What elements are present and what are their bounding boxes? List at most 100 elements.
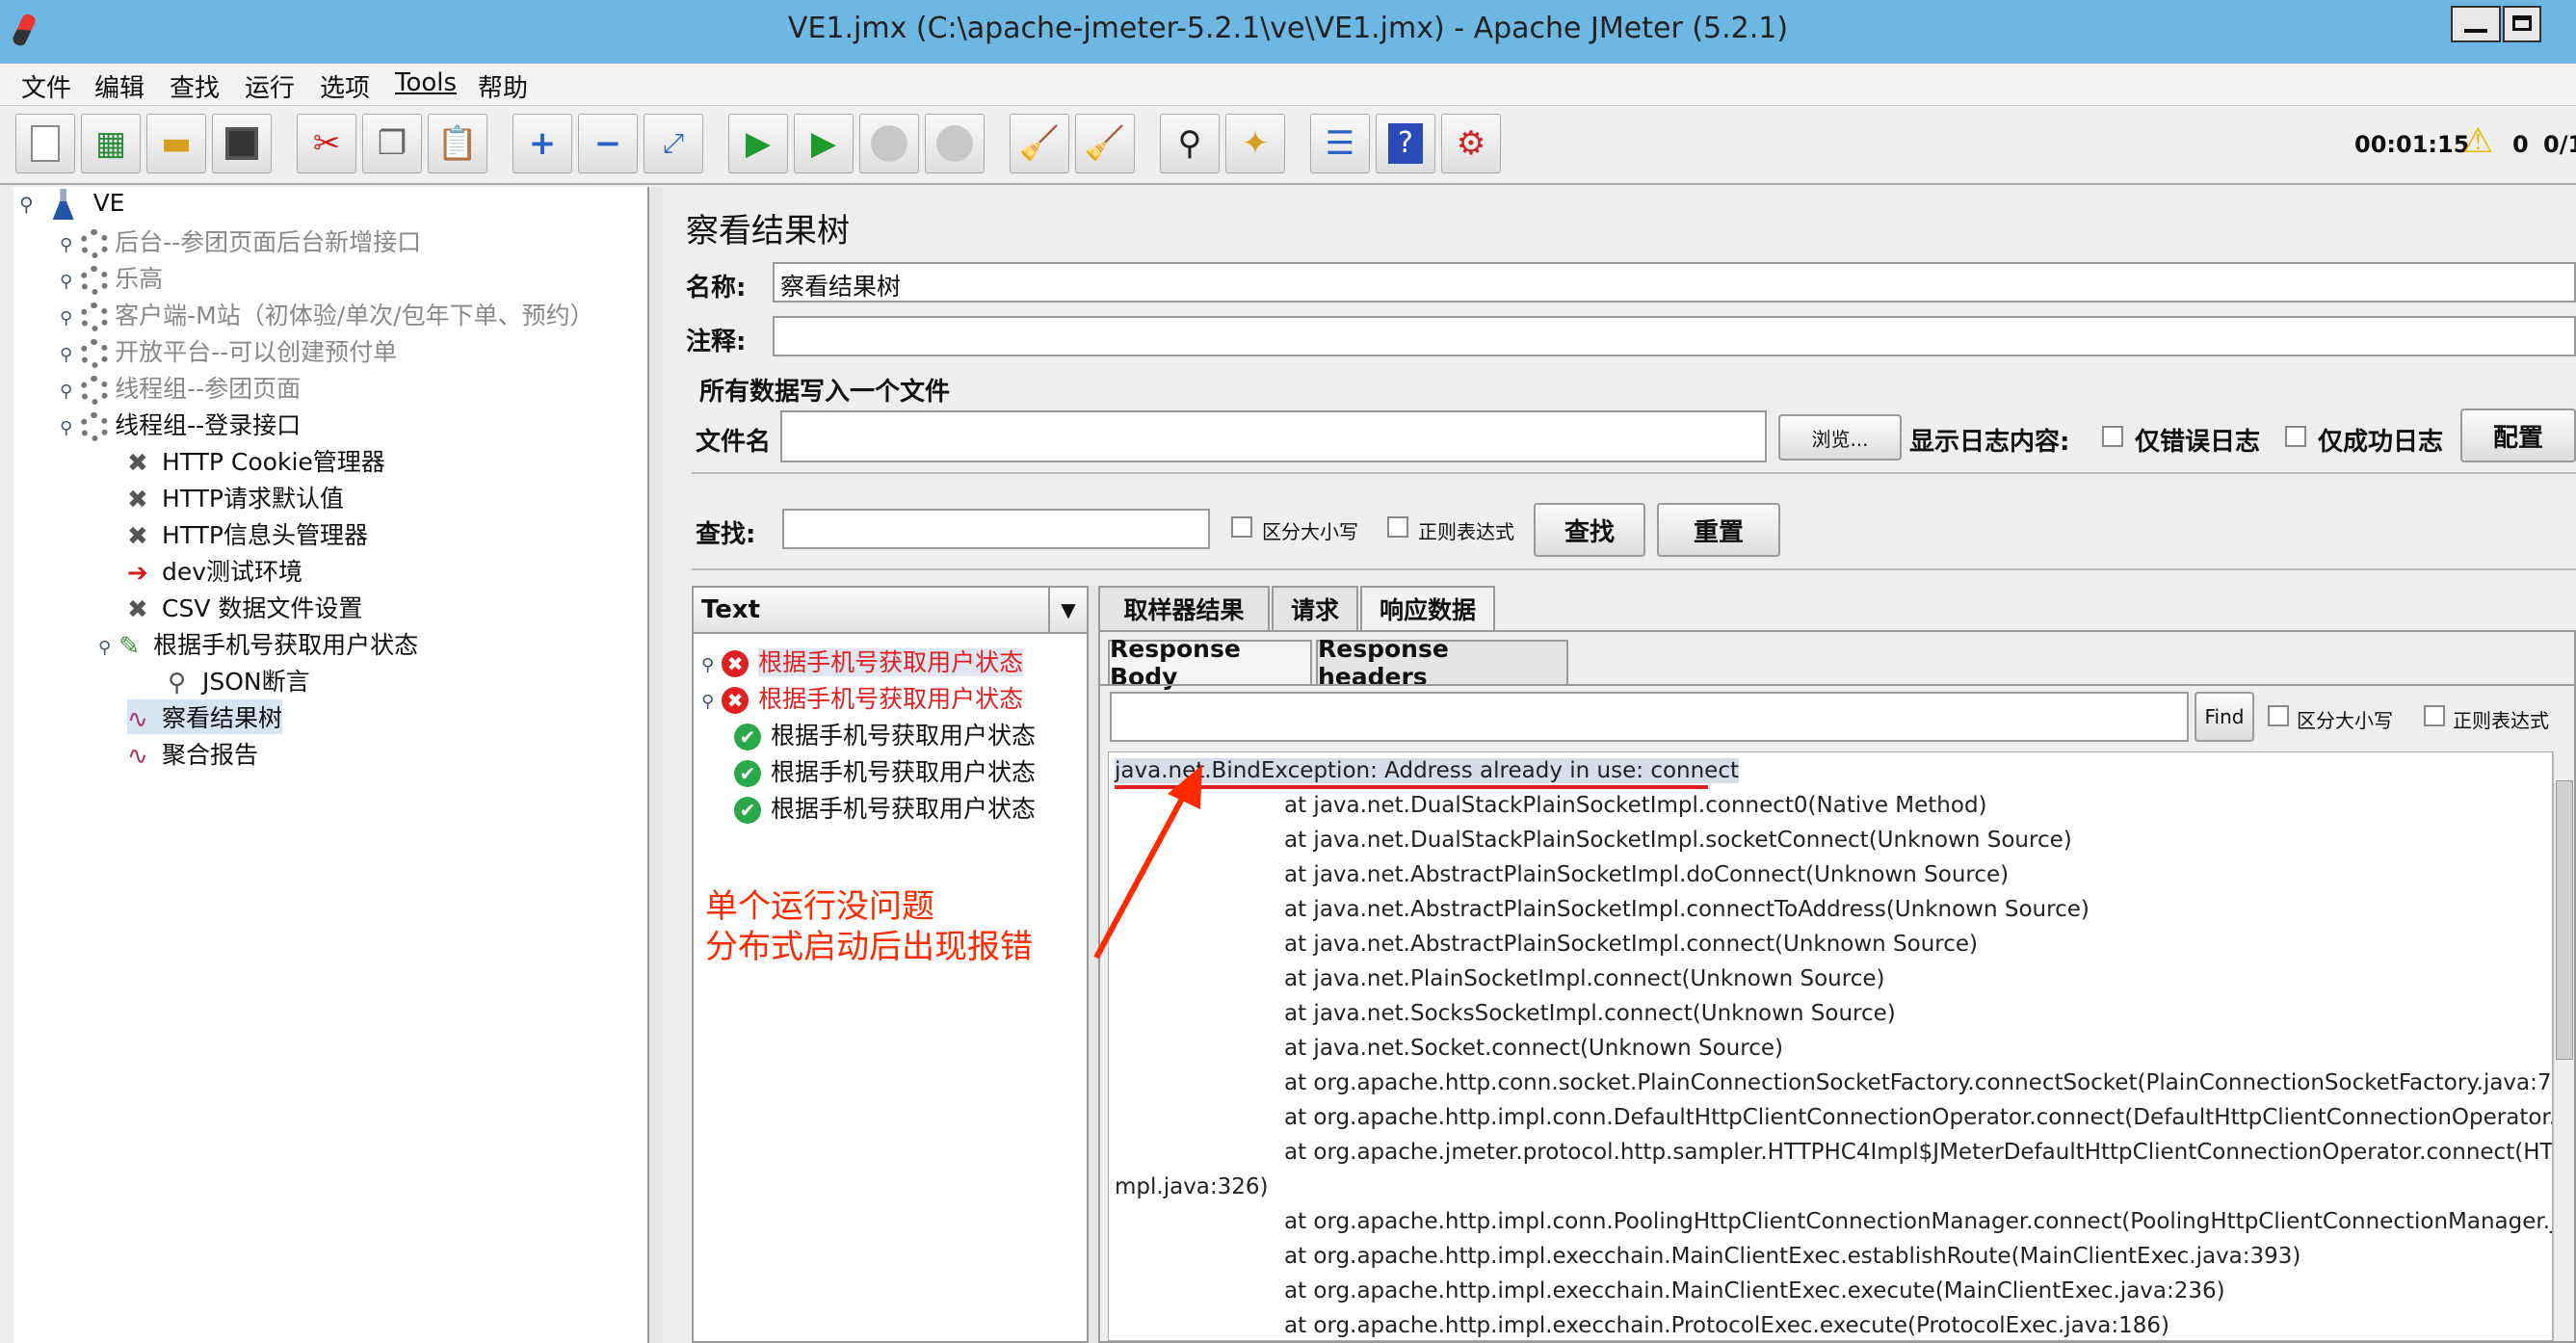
- clear-all-button[interactable]: 🧹: [1075, 114, 1135, 173]
- tree-item-cookie-manager[interactable]: ✖ HTTP Cookie管理器: [127, 443, 385, 478]
- browse-button[interactable]: 浏览...: [1778, 414, 1902, 461]
- expand-button[interactable]: +: [513, 114, 572, 173]
- toggle-button[interactable]: ⤢: [644, 114, 703, 173]
- file-input[interactable]: [780, 410, 1767, 462]
- copy-button[interactable]: ❐: [362, 114, 422, 173]
- collapse-button[interactable]: −: [578, 114, 638, 173]
- result-item[interactable]: ⚲ ✖ 根据手机号获取用户状态: [701, 644, 1024, 678]
- regex-checkbox[interactable]: [1387, 516, 1408, 538]
- config-button[interactable]: 配置: [2460, 408, 2576, 462]
- menu-help[interactable]: 帮助: [478, 68, 528, 104]
- menu-tools[interactable]: Tools: [395, 68, 457, 97]
- results-list-panel: Text ▼ ⚲ ✖ 根据手机号获取用户状态 ⚲ ✖ 根据手机号获取用户状态 ✔ 根据…: [692, 586, 1089, 1343]
- tab-response-data[interactable]: 响应数据: [1360, 586, 1495, 630]
- start-no-pauses-button[interactable]: ▶: [794, 114, 854, 173]
- stack-line: at java.net.SocksSocketImpl.connect(Unkn…: [1284, 1001, 1896, 1026]
- tree-item-http-defaults[interactable]: ✖ HTTP请求默认值: [127, 480, 344, 514]
- broom-all-icon: 🧹: [1084, 124, 1126, 163]
- paste-button[interactable]: 📋: [428, 114, 487, 173]
- minus-icon: −: [593, 124, 622, 163]
- new-file-icon: [31, 125, 60, 162]
- search-button[interactable]: 查找: [1534, 503, 1645, 557]
- stop-button[interactable]: [859, 114, 919, 173]
- success-only-checkbox[interactable]: [2285, 426, 2306, 447]
- tree-item-sampler[interactable]: ⚲ ✎ 根据手机号获取用户状态: [98, 626, 418, 661]
- tree-item-label: HTTP信息头管理器: [162, 521, 368, 549]
- shutdown-button[interactable]: [925, 114, 985, 173]
- tree-item-group-4[interactable]: ⚲ 开放平台--可以创建预付单: [60, 333, 397, 368]
- gear-icon: [80, 339, 110, 368]
- vertical-scrollbar[interactable]: [2553, 751, 2574, 1341]
- tab-response-headers[interactable]: Response headers: [1316, 635, 1568, 691]
- warning-icon[interactable]: ⚠: [2462, 121, 2493, 161]
- tree-item-results-tree[interactable]: ∿ 察看结果树: [127, 699, 283, 734]
- scissors-icon: ✂: [312, 124, 341, 163]
- find-regex-checkbox[interactable]: [2424, 705, 2445, 726]
- menu-search[interactable]: 查找: [170, 68, 220, 104]
- toggle-icon: ⤢: [662, 127, 685, 159]
- find-case-checkbox[interactable]: [2268, 705, 2289, 726]
- menu-run[interactable]: 运行: [245, 68, 295, 104]
- reset-button[interactable]: 重置: [1657, 503, 1780, 557]
- cut-button[interactable]: ✂: [297, 114, 356, 173]
- tree-item-group-3[interactable]: ⚲ 客户端-M站（初体验/单次/包年下单、预约）: [60, 297, 594, 331]
- detail-panel: Response Body Response headers Find 区分大小…: [1098, 630, 2576, 1343]
- result-item[interactable]: ✔ 根据手机号获取用户状态: [734, 717, 1036, 751]
- tab-request[interactable]: 请求: [1272, 586, 1358, 630]
- menu-options[interactable]: 选项: [320, 68, 370, 104]
- divider[interactable]: [692, 568, 2576, 576]
- wrench-icon: ✖: [127, 595, 148, 624]
- search-button[interactable]: ⚲: [1160, 114, 1220, 173]
- function-helper-button[interactable]: ☰: [1310, 114, 1370, 173]
- name-input[interactable]: 察看结果树: [773, 262, 2576, 303]
- menu-edit[interactable]: 编辑: [94, 68, 145, 104]
- comment-input[interactable]: [773, 316, 2576, 356]
- tree-item-aggregate-report[interactable]: ∿ 聚合报告: [127, 736, 258, 771]
- menu-bar: 文件 编辑 查找 运行 选项 Tools 帮助: [0, 64, 2576, 106]
- result-item[interactable]: ✔ 根据手机号获取用户状态: [734, 753, 1036, 788]
- remote-button[interactable]: ⚙: [1441, 114, 1501, 173]
- tree-item-group-2[interactable]: ⚲ 乐高: [60, 260, 163, 295]
- stack-line: at org.apache.http.impl.conn.DefaultHttp…: [1284, 1105, 2553, 1130]
- shutdown-icon: [936, 125, 973, 162]
- maximize-button[interactable]: [2503, 6, 2541, 42]
- search-input[interactable]: [782, 509, 1210, 549]
- tab-sampler-result[interactable]: 取样器结果: [1098, 586, 1270, 630]
- result-label: 根据手机号获取用户状态: [758, 685, 1024, 713]
- help-button[interactable]: ?: [1376, 114, 1435, 173]
- stack-line: at java.net.AbstractPlainSocketImpl.conn…: [1284, 897, 2090, 922]
- tree-item-group-1[interactable]: ⚲ 后台--参团页面后台新增接口: [60, 224, 421, 258]
- errors-only-checkbox[interactable]: [2102, 426, 2123, 447]
- result-item[interactable]: ⚲ ✖ 根据手机号获取用户状态: [701, 680, 1023, 715]
- tree-item-group-5[interactable]: ⚲ 线程组--参团页面: [60, 370, 301, 405]
- divider[interactable]: [692, 472, 2576, 480]
- tree-item-header-manager[interactable]: ✖ HTTP信息头管理器: [127, 516, 368, 551]
- minimize-button[interactable]: [2451, 6, 2501, 42]
- find-input[interactable]: [1110, 692, 2189, 742]
- tree-item-json-assertion[interactable]: ⚲ JSON断言: [168, 663, 310, 698]
- tree-item-label: 客户端-M站（初体验/单次/包年下单、预约）: [115, 302, 594, 329]
- tree-item-dev-env[interactable]: ➔ dev测试环境: [127, 553, 302, 588]
- reset-search-button[interactable]: ✦: [1225, 114, 1285, 173]
- tree-splitter[interactable]: [649, 187, 663, 1343]
- clear-button[interactable]: 🧹: [1010, 114, 1069, 173]
- tree-root[interactable]: ⚲ VE: [19, 189, 124, 220]
- menu-file[interactable]: 文件: [21, 68, 71, 104]
- tree-item-csv-config[interactable]: ✖ CSV 数据文件设置: [127, 590, 362, 624]
- new-button[interactable]: [15, 114, 75, 173]
- tree-item-label: 开放平台--可以创建预付单: [115, 338, 398, 366]
- renderer-select[interactable]: Text ▼: [694, 588, 1087, 634]
- start-button[interactable]: ▶: [728, 114, 788, 173]
- case-sensitive-checkbox[interactable]: [1231, 516, 1252, 538]
- templates-button[interactable]: ▦: [81, 114, 141, 173]
- tab-response-body[interactable]: Response Body: [1108, 635, 1312, 691]
- window-title: VE1.jmx (C:\apache-jmeter-5.2.1\ve\VE1.j…: [787, 12, 1789, 45]
- response-body-text[interactable]: java.net.BindException: Address already …: [1108, 751, 2553, 1341]
- save-button[interactable]: [212, 114, 272, 173]
- find-button[interactable]: Find: [2195, 692, 2254, 742]
- find-regex-label: 正则表达式: [2453, 709, 2549, 732]
- open-button[interactable]: ▬: [146, 114, 206, 173]
- result-item[interactable]: ✔ 根据手机号获取用户状态: [734, 790, 1036, 825]
- tree-item-login-group[interactable]: ⚲ 线程组--登录接口: [60, 407, 301, 441]
- chevron-down-icon[interactable]: ▼: [1048, 588, 1087, 632]
